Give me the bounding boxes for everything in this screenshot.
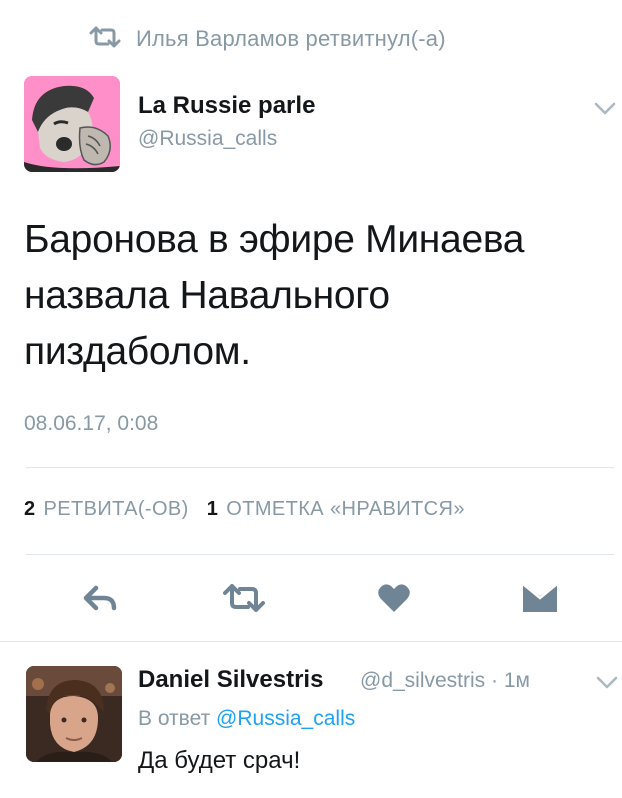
direct-message-button[interactable] [520,580,560,620]
likes-count: 1 [206,498,219,520]
tweet-menu-chevron-icon[interactable] [594,102,616,121]
divider [0,641,622,642]
heart-icon [377,583,411,618]
retweet-icon [222,583,266,617]
like-button[interactable] [374,580,414,620]
reply-separator: · [485,669,504,692]
divider [26,554,614,555]
tweet-text: Баронова в эфире Минаева назвала Навальн… [24,212,604,380]
retweet-context[interactable]: Илья Варламов ретвитнул(-а) [88,24,446,54]
reply-author-handle[interactable]: @d_silvestris [360,669,485,692]
reply-text: Да будет срач! [138,747,301,774]
retweet-button[interactable] [222,580,266,620]
tweet-text-line: Баронова в эфире Минаева [24,218,525,261]
author-handle[interactable]: @Russia_calls [138,127,277,151]
reply-icon [82,584,118,617]
retweets-stat[interactable]: 2 РЕТВИТА(-ОВ) [24,498,189,521]
likes-stat[interactable]: 1 ОТМЕТКА «НРАВИТСЯ» [207,498,465,521]
author-avatar[interactable] [24,76,120,172]
reply-button[interactable] [80,580,120,620]
likes-label: ОТМЕТКА «НРАВИТСЯ» [226,498,465,520]
tweet-stats: 2 РЕТВИТА(-ОВ) 1 ОТМЕТКА «НРАВИТСЯ» [24,498,465,521]
retweets-count: 2 [24,498,36,520]
reply-age: 1м [503,669,530,692]
tweet-timestamp[interactable]: 08.06.17, 0:08 [24,412,158,436]
reply-author-name[interactable]: Daniel Silvestris [138,666,323,694]
reply-meta: @d_silvestris · 1м [360,669,530,693]
tweet-text-line: назвала Навального [24,274,390,317]
reply-menu-chevron-icon[interactable] [596,676,618,695]
in-reply-to: В ответ @Russia_calls [138,707,355,731]
tweet-text-line: пиздаболом. [24,330,251,373]
retweet-icon [88,26,122,53]
envelope-icon [521,582,559,619]
reply-author-avatar[interactable] [26,666,122,762]
retweets-label: РЕТВИТА(-ОВ) [43,498,189,520]
in-reply-to-label: В ответ [138,707,211,730]
divider [26,467,614,468]
in-reply-to-handle-link[interactable]: @Russia_calls [216,707,355,730]
retweet-context-text: Илья Варламов ретвитнул(-а) [136,26,446,51]
author-name[interactable]: La Russie parle [138,92,315,120]
